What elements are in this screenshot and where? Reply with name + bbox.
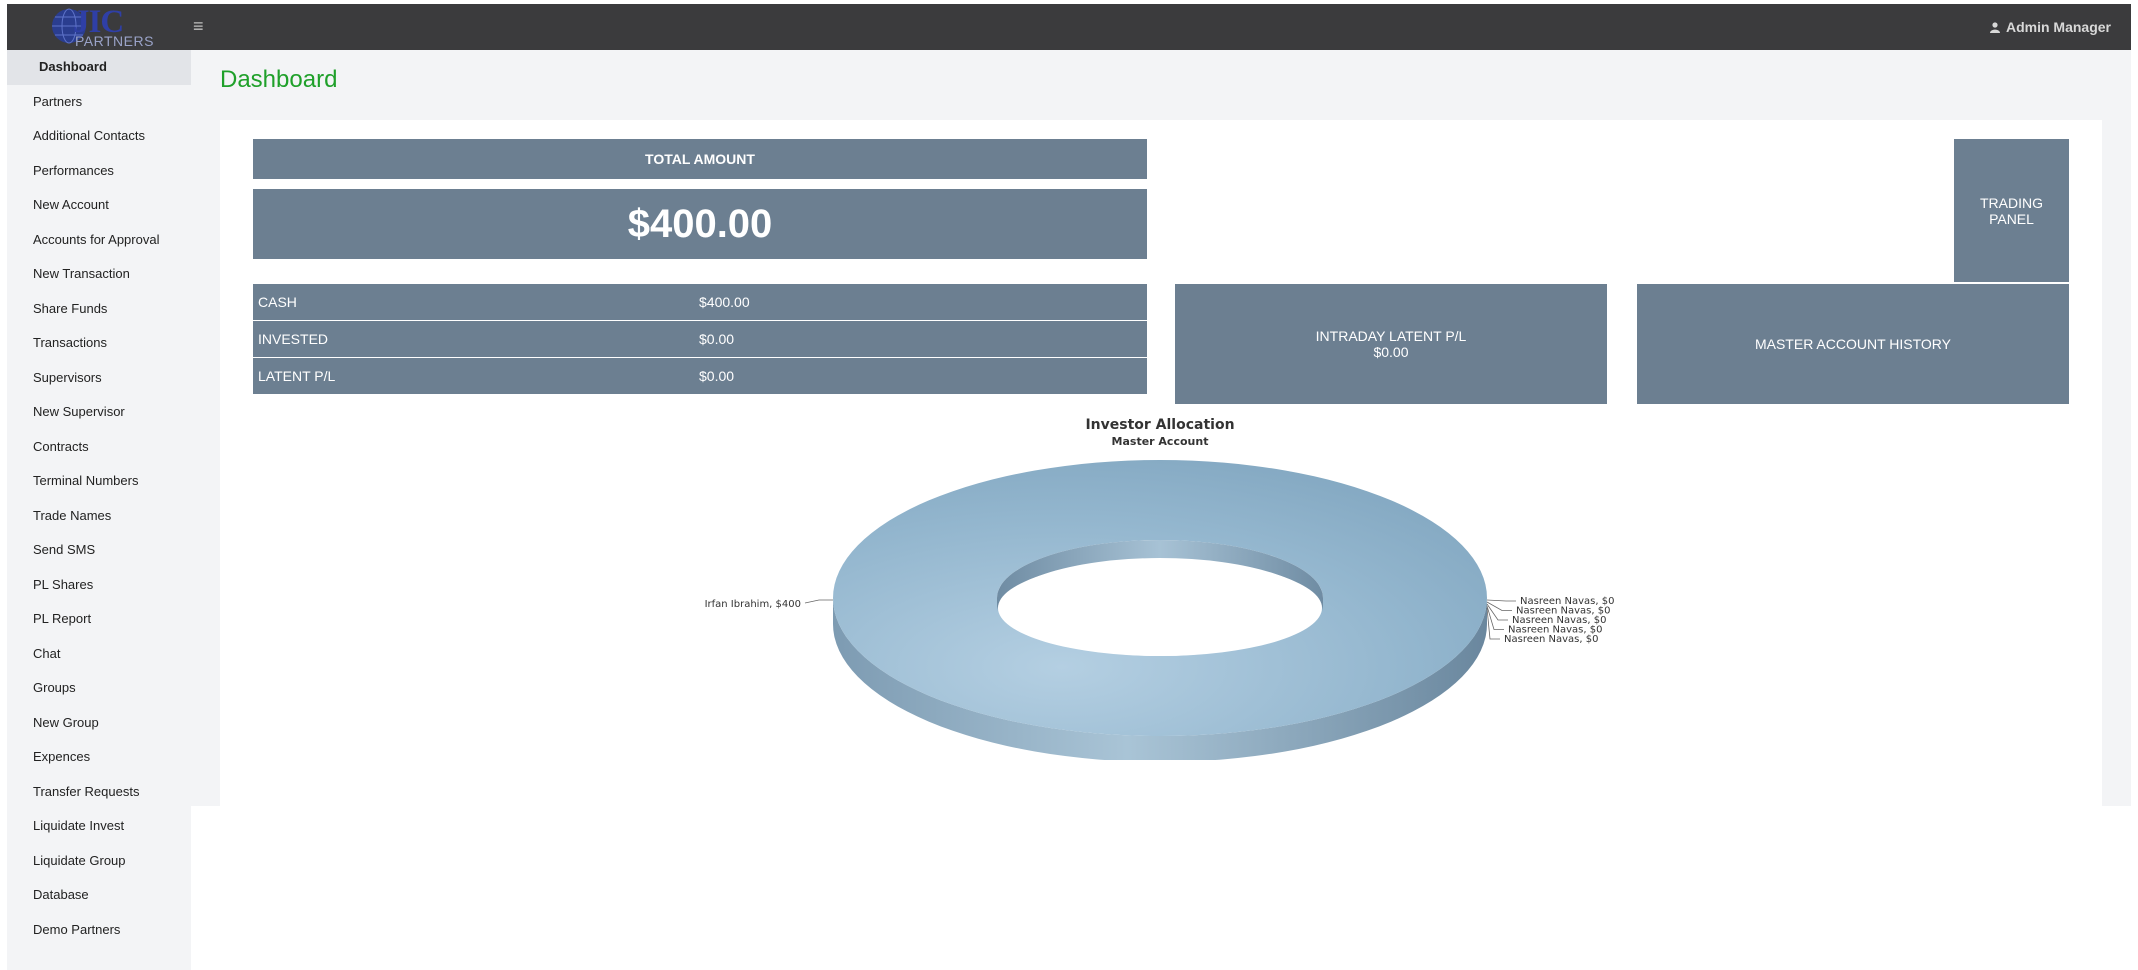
sidebar-item-share-funds[interactable]: Share Funds: [7, 292, 191, 327]
slice-label: Nasreen Navas, $0: [1504, 634, 1598, 645]
sidebar-item-database[interactable]: Database: [7, 878, 191, 913]
label-connector: [804, 599, 833, 604]
user-menu[interactable]: Admin Manager: [1989, 19, 2111, 35]
sidebar-item-contracts[interactable]: Contracts: [7, 430, 191, 465]
sidebar-item-pl-report[interactable]: PL Report: [7, 602, 191, 637]
donut-group: [833, 460, 1487, 760]
slice-label: Irfan Ibrahim, $400: [705, 599, 801, 610]
sidebar-item-send-sms[interactable]: Send SMS: [7, 533, 191, 568]
sidebar-item-trade-names[interactable]: Trade Names: [7, 499, 191, 534]
investor-allocation-chart: Irfan Ibrahim, $400 Nasreen Navas, $0Nasr…: [705, 460, 1614, 760]
sidebar-item-new-transaction[interactable]: New Transaction: [7, 257, 191, 292]
user-name: Admin Manager: [2005, 19, 2111, 35]
sidebar-item-new-account[interactable]: New Account: [7, 188, 191, 223]
trading-panel-button[interactable]: TRADING PANEL: [1954, 139, 2069, 282]
stat-label: INVESTED: [258, 331, 329, 347]
sidebar-item-pl-shares[interactable]: PL Shares: [7, 568, 191, 603]
sidebar-item-terminal-numbers[interactable]: Terminal Numbers: [7, 464, 191, 499]
page-title: Dashboard: [220, 66, 338, 93]
total-amount-header: TOTAL AMOUNT: [253, 139, 1147, 179]
logo-subtext: PARTNERS: [75, 33, 154, 49]
stat-row-invested: INVESTED $0.00: [253, 321, 1147, 357]
company-logo[interactable]: JIC PARTNERS: [43, 4, 161, 50]
label-connector: [1486, 599, 1516, 602]
sidebar-item-additional-contacts[interactable]: Additional Contacts: [7, 119, 191, 154]
sidebar-item-liquidate-group[interactable]: Liquidate Group: [7, 844, 191, 879]
sidebar-item-accounts-for-approval[interactable]: Accounts for Approval: [7, 223, 191, 258]
label-connector: [1486, 605, 1504, 630]
stat-label: CASH: [258, 294, 297, 310]
stat-label: LATENT P/L: [258, 368, 336, 384]
stat-value: $400.00: [699, 294, 750, 310]
total-amount-value: $400.00: [253, 189, 1147, 259]
sidebar-item-chat[interactable]: Chat: [7, 637, 191, 672]
sidebar-item-partners[interactable]: Partners: [7, 85, 191, 120]
sidebar-item-new-group[interactable]: New Group: [7, 706, 191, 741]
sidebar-item-performances[interactable]: Performances: [7, 154, 191, 189]
sidebar-item-transfer-requests[interactable]: Transfer Requests: [7, 775, 191, 810]
top-navbar: JIC PARTNERS ≡ Admin Manager: [7, 4, 2131, 50]
donut-hole: [998, 560, 1322, 656]
intraday-label: INTRADAY LATENT P/L: [1315, 328, 1467, 344]
intraday-value: $0.00: [1373, 344, 1409, 360]
stat-value: $0.00: [699, 368, 735, 384]
stat-row-cash: CASH $400.00: [253, 284, 1147, 320]
sidebar-item-dashboard[interactable]: Dashboard: [7, 50, 191, 85]
sidebar-item-demo-partners[interactable]: Demo Partners: [7, 913, 191, 948]
sidebar-item-expences[interactable]: Expences: [7, 740, 191, 775]
sidebar-item-transactions[interactable]: Transactions: [7, 326, 191, 361]
sidebar: Dashboard Partners Additional Contacts P…: [7, 50, 191, 970]
trading-label-line1: TRADING: [1980, 194, 2043, 211]
stat-value: $0.00: [699, 331, 735, 347]
chart-subtitle: Master Account: [1111, 435, 1209, 448]
master-account-history-button[interactable]: MASTER ACCOUNT HISTORY: [1637, 284, 2069, 404]
user-icon: [1989, 21, 2000, 33]
history-label: MASTER ACCOUNT HISTORY: [1754, 336, 1952, 352]
sidebar-item-supervisors[interactable]: Supervisors: [7, 361, 191, 396]
sidebar-item-liquidate-invest[interactable]: Liquidate Invest: [7, 809, 191, 844]
sidebar-item-new-supervisor[interactable]: New Supervisor: [7, 395, 191, 430]
intraday-latent-pl-tile[interactable]: INTRADAY LATENT P/L $0.00: [1175, 284, 1607, 404]
stat-row-latent-pl: LATENT P/L $0.00: [253, 358, 1147, 394]
menu-toggle-icon[interactable]: ≡: [193, 16, 204, 37]
chart-title: Investor Allocation: [1085, 417, 1235, 433]
sidebar-item-groups[interactable]: Groups: [7, 671, 191, 706]
trading-label-line2: PANEL: [1989, 210, 2034, 227]
